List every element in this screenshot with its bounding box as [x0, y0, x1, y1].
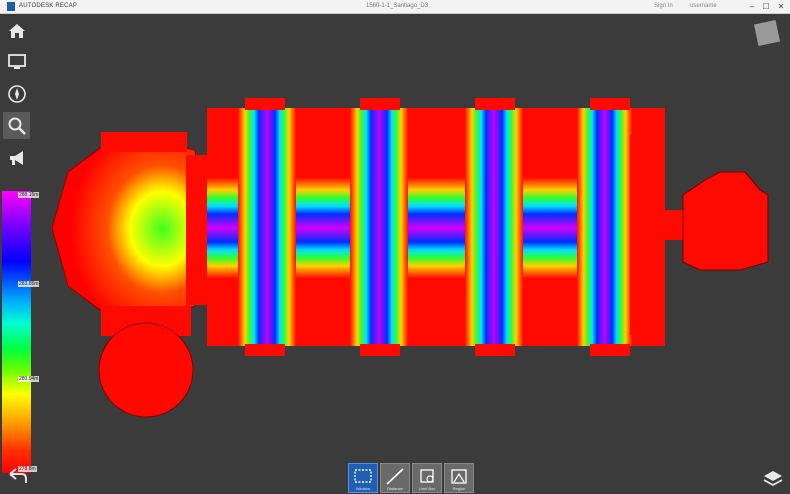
navigation-button[interactable]: [3, 80, 30, 107]
east-annex: [682, 171, 769, 271]
window-tool-label: Window: [355, 486, 371, 491]
distance-tool-label: Distance: [387, 486, 403, 491]
transept-north: [101, 132, 187, 152]
region-tool-button[interactable]: Region: [444, 463, 474, 493]
window-select-icon: [354, 469, 372, 483]
colorbar-mid-label: 283.85m: [18, 281, 40, 287]
user-menu[interactable]: username: [690, 3, 717, 9]
title-bar: AUTODESK RECAP 1560-1-1_Santiago_D3 Sign…: [0, 0, 790, 14]
crossing: [186, 155, 210, 305]
region-icon: [451, 469, 467, 484]
colorbar-low-label: 280.94m: [18, 376, 40, 382]
south-chapel: [98, 322, 194, 418]
display-settings-button[interactable]: [3, 48, 30, 75]
back-button[interactable]: [6, 466, 28, 486]
limit-box-icon: [420, 469, 434, 483]
measure-toolbar: Window Distance Limit Box Region: [348, 463, 474, 493]
limit-box-tool-label: Limit Box: [418, 486, 436, 491]
search-icon: [8, 117, 26, 135]
window-tool-button[interactable]: Window: [348, 463, 378, 493]
apse-polygon: [51, 139, 206, 319]
distance-icon: [386, 468, 404, 485]
app-brand: AUTODESK RECAP: [19, 3, 78, 9]
home-icon: [8, 23, 25, 38]
maximize-button[interactable]: ☐: [760, 1, 772, 12]
colorbar-top-label: 288.15m: [18, 192, 40, 198]
region-tool-label: Region: [452, 486, 466, 491]
search-button[interactable]: [3, 112, 30, 139]
monitor-icon: [7, 53, 26, 69]
bay-band-4: [577, 108, 632, 346]
document-title: 1560-1-1_Santiago_D3: [366, 3, 429, 9]
compass-icon: [7, 84, 26, 103]
bay-band-1: [238, 108, 296, 346]
autodesk-logo: [7, 2, 15, 11]
limit-box-tool-button[interactable]: Limit Box: [412, 463, 442, 493]
sign-in-link[interactable]: Sign In: [654, 3, 673, 9]
close-button[interactable]: ✕: [775, 1, 787, 12]
bay-band-2: [350, 108, 408, 346]
layers-icon: [763, 471, 783, 487]
home-button[interactable]: [3, 17, 30, 44]
layers-button[interactable]: [762, 467, 784, 489]
scan-render: [51, 98, 769, 418]
viewcube-icon[interactable]: [753, 19, 781, 47]
point-cloud-viewport[interactable]: 288.15m 283.85m 280.94m 278.8m: [0, 14, 790, 494]
elevation-color-bar: 288.15m 283.85m 280.94m 278.8m: [2, 191, 40, 473]
megaphone-icon: [9, 150, 23, 165]
distance-tool-button[interactable]: Distance: [380, 463, 410, 493]
back-arrow-icon: [9, 468, 27, 483]
minimize-button[interactable]: –: [746, 1, 758, 12]
bay-band-3: [465, 108, 523, 346]
annotate-button[interactable]: [3, 144, 30, 171]
